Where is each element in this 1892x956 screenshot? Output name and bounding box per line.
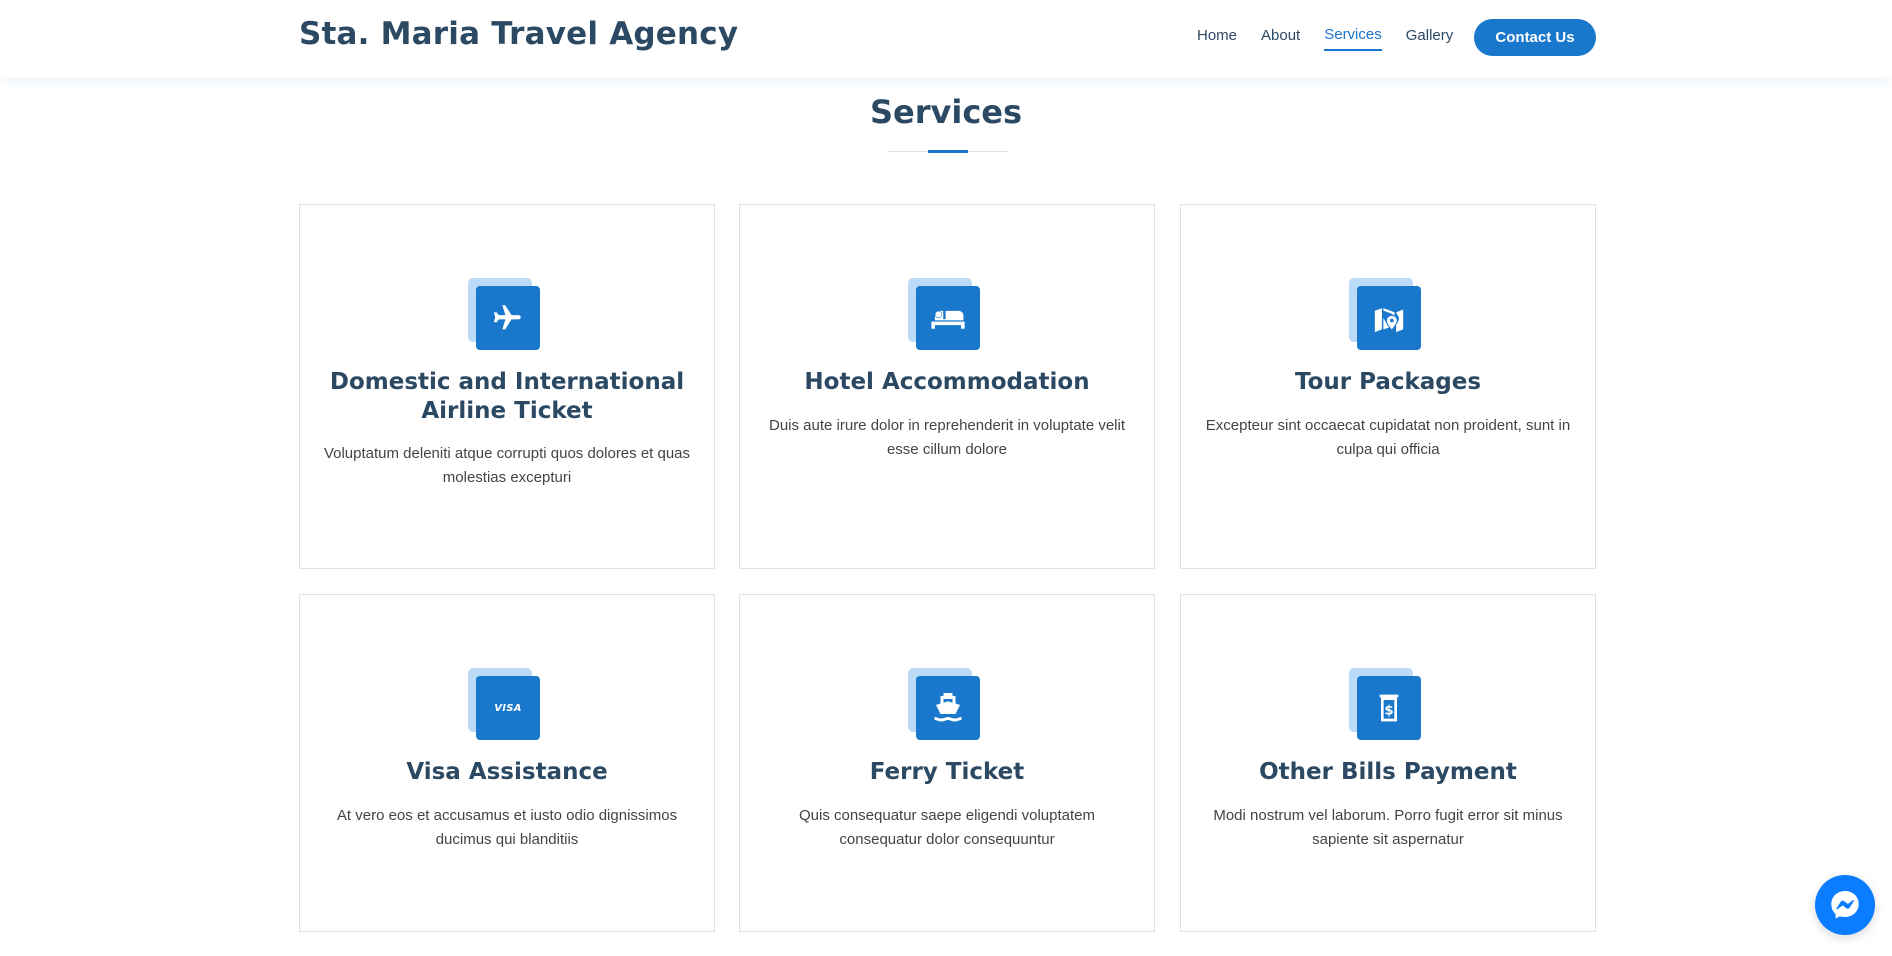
- service-card-tour[interactable]: Tour Packages Excepteur sint occaecat cu…: [1180, 204, 1596, 569]
- service-title: Hotel Accommodation: [804, 369, 1090, 395]
- money-bill-icon: $: [1357, 676, 1421, 740]
- svg-text:$: $: [1384, 704, 1393, 719]
- section-title: Services: [869, 93, 1023, 131]
- service-icon-box: $: [1349, 668, 1421, 740]
- service-description: Modi nostrum vel laborum. Porro fugit er…: [1213, 807, 1563, 848]
- service-card-visa[interactable]: VISA Visa Assistance At vero eos et accu…: [299, 594, 715, 932]
- bed-icon: [916, 286, 980, 350]
- nav-about[interactable]: About: [1261, 27, 1300, 50]
- airplane-icon: [476, 286, 540, 350]
- service-title: Ferry Ticket: [869, 759, 1025, 785]
- map-location-icon: [1357, 286, 1421, 350]
- nav-services[interactable]: Services: [1324, 26, 1382, 51]
- service-icon-box: [1349, 278, 1421, 350]
- main-nav: Home About Services Gallery: [1197, 26, 1477, 51]
- messenger-chat-button[interactable]: [1815, 875, 1875, 935]
- nav-home[interactable]: Home: [1197, 27, 1237, 50]
- service-icon-box: [908, 278, 980, 350]
- service-title: Tour Packages: [1294, 369, 1482, 395]
- service-description: Voluptatum deleniti atque corrupti quos …: [323, 445, 691, 486]
- service-icon-box: [908, 668, 980, 740]
- messenger-icon: [1831, 891, 1859, 919]
- site-header: Sta. Maria Travel Agency Home About Serv…: [0, 0, 1892, 77]
- service-icon-box: [468, 278, 540, 350]
- service-description: Duis aute irure dolor in reprehenderit i…: [768, 417, 1126, 458]
- service-description: Quis consequatur saepe eligendi voluptat…: [798, 807, 1096, 848]
- service-icon-box: VISA: [468, 668, 540, 740]
- contact-us-button[interactable]: Contact Us: [1474, 19, 1596, 56]
- service-card-bills[interactable]: $ Other Bills Payment Modi nostrum vel l…: [1180, 594, 1596, 932]
- service-title: Visa Assistance: [406, 759, 608, 785]
- visa-card-icon: VISA: [476, 676, 540, 740]
- service-card-hotel[interactable]: Hotel Accommodation Duis aute irure dolo…: [739, 204, 1155, 569]
- nav-gallery[interactable]: Gallery: [1406, 27, 1454, 50]
- service-description: Excepteur sint occaecat cupidatat non pr…: [1205, 417, 1571, 458]
- site-logo[interactable]: Sta. Maria Travel Agency: [299, 16, 738, 52]
- service-card-airline[interactable]: Domestic and International Airline Ticke…: [299, 204, 715, 569]
- service-title: Domestic and International Airline Ticke…: [329, 369, 685, 424]
- service-description: At vero eos et accusamus et iusto odio d…: [336, 807, 678, 848]
- ship-icon: [916, 676, 980, 740]
- service-card-ferry[interactable]: Ferry Ticket Quis consequatur saepe elig…: [739, 594, 1155, 932]
- service-title: Other Bills Payment: [1259, 759, 1517, 785]
- title-divider-accent: [928, 150, 968, 153]
